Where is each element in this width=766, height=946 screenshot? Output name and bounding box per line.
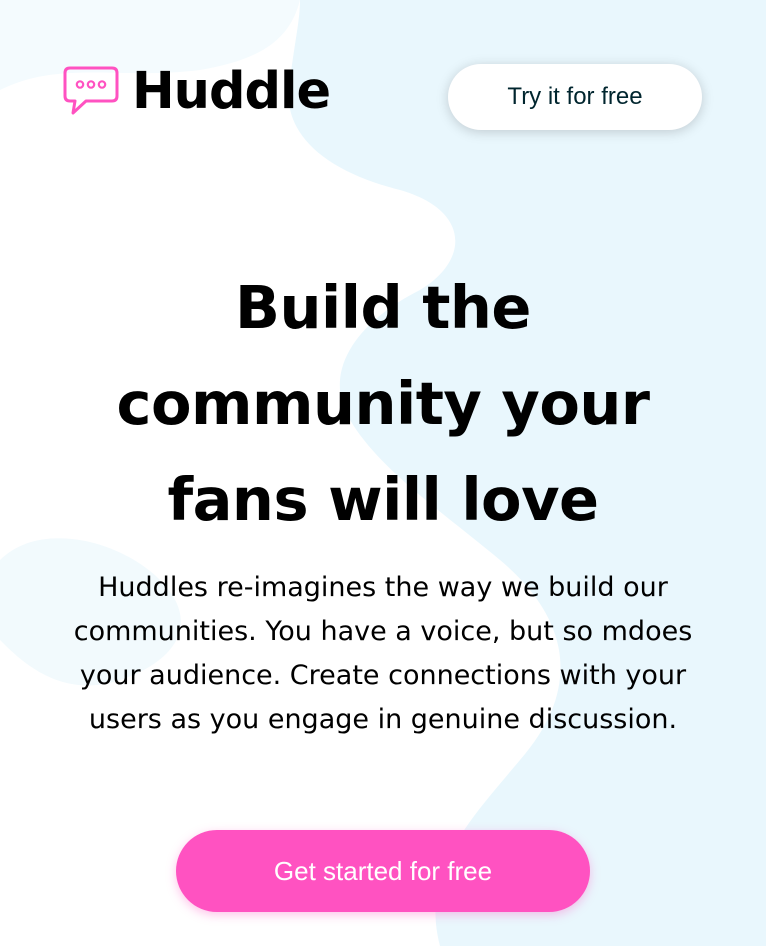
brand-name: Huddle [132, 61, 331, 121]
brand-logo[interactable]: Huddle [62, 61, 331, 121]
chat-bubble-icon [63, 66, 119, 115]
hero-section: Build the community your fans will love … [0, 260, 766, 742]
hero-description: Huddles re-imagines the way we build our… [73, 572, 693, 735]
try-for-free-button[interactable]: Try it for free [448, 64, 702, 130]
site-header: Huddle Try it for free [0, 0, 766, 190]
get-started-button[interactable]: Get started for free [176, 830, 590, 912]
hero-headline: Build the community your fans will love [116, 273, 651, 534]
